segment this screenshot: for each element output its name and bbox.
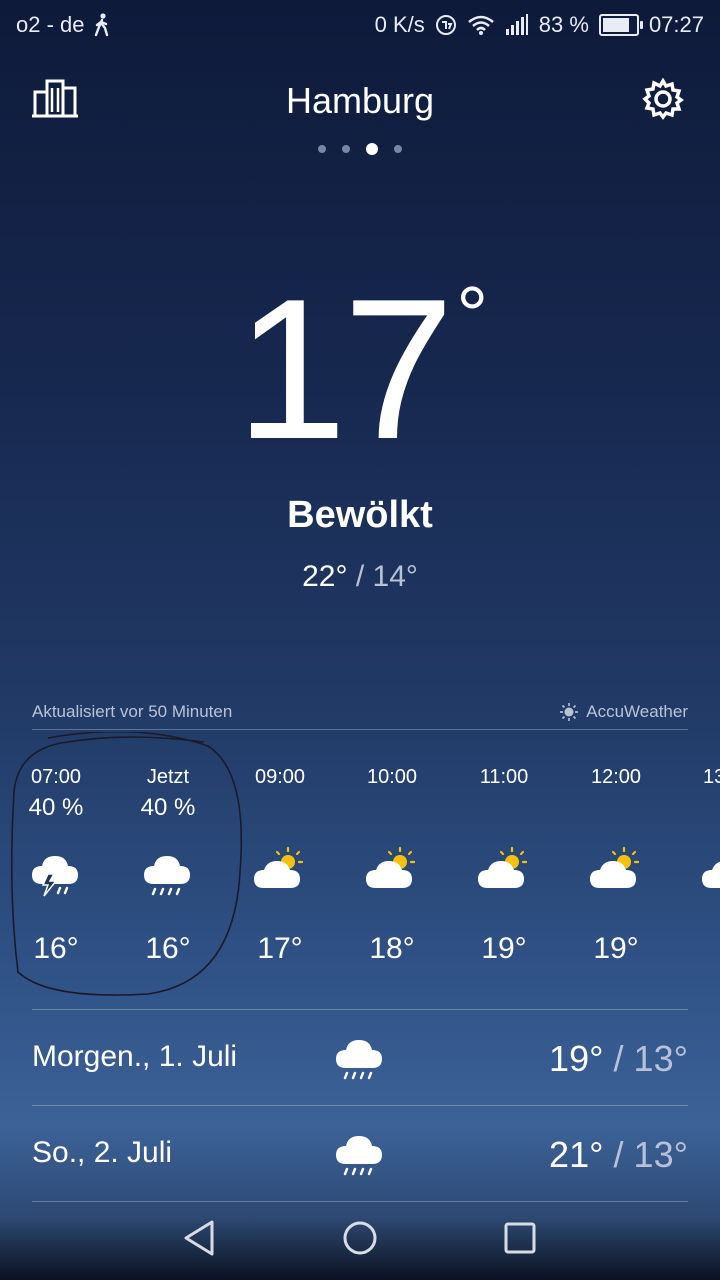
hour-item[interactable]: 12:00 19° xyxy=(560,760,672,965)
recents-button[interactable] xyxy=(496,1214,544,1262)
current-temperature: 17° xyxy=(0,270,720,470)
temperature-value: 17 xyxy=(235,258,454,481)
recents-square-icon xyxy=(504,1222,536,1254)
wifi-icon xyxy=(467,15,494,35)
page-indicator[interactable] xyxy=(0,143,720,155)
degree-symbol: ° xyxy=(456,270,488,359)
precip-chance: 40 % xyxy=(28,794,84,821)
partly-sunny-icon xyxy=(476,844,532,900)
hour-item[interactable]: 09:00 17° xyxy=(224,760,336,965)
partly-sunny-icon xyxy=(588,844,644,900)
top-bar: Hamburg xyxy=(0,60,720,155)
day-name: Morgen., 1. Juli xyxy=(32,1040,238,1073)
day-high: 21° xyxy=(549,1134,604,1175)
hilo-separator: / xyxy=(355,560,365,593)
hour-item[interactable]: 13:00 2 xyxy=(672,760,720,965)
precip-chance xyxy=(224,790,336,826)
page-dot[interactable] xyxy=(366,143,378,155)
hour-temp: 16° xyxy=(145,932,191,965)
settings-button[interactable] xyxy=(642,77,688,124)
data-saver-icon xyxy=(435,15,456,35)
day-temps: 19° / 13° xyxy=(549,1038,688,1080)
hour-time: 09:00 xyxy=(254,766,306,788)
day-temps: 21° / 13° xyxy=(549,1134,688,1176)
updated-label: Aktualisiert vor 50 Minuten xyxy=(32,702,233,721)
provider-link[interactable]: AccuWeather xyxy=(560,702,688,722)
day-low: 13° xyxy=(633,1134,688,1175)
daily-row[interactable]: Morgen., 1. Juli 19° / 13° xyxy=(32,1010,688,1106)
page-dot[interactable] xyxy=(394,145,402,153)
network-speed: 0 K/s xyxy=(374,12,425,37)
battery-percent: 83 % xyxy=(538,12,589,37)
partly-sunny-icon xyxy=(252,844,308,900)
carrier-label: o2 - de xyxy=(16,12,85,37)
page-dot[interactable] xyxy=(318,145,326,153)
signal-icon xyxy=(505,14,528,35)
walking-person-icon xyxy=(94,13,108,37)
day-high: 19° xyxy=(549,1038,604,1079)
divider xyxy=(32,729,688,730)
hour-item[interactable]: 10:00 18° xyxy=(336,760,448,965)
precip-chance xyxy=(336,790,448,826)
hour-time: 11:00 xyxy=(479,766,529,788)
status-bar: o2 - de 0 K/s 83 % 07:27 xyxy=(0,0,720,50)
precip-chance xyxy=(672,790,720,826)
hourly-forecast[interactable]: 07:00 40 % 16° Jetzt 40 % 16° 09:00 17° 10:00 18°… xyxy=(0,760,720,990)
provider-name: AccuWeather xyxy=(586,702,688,721)
hour-item[interactable]: 11:00 19° xyxy=(448,760,560,965)
partly-sunny-icon xyxy=(700,844,720,900)
page-dot[interactable] xyxy=(342,145,350,153)
thunderstorm-rain-icon xyxy=(28,844,84,900)
hour-time: Jetzt xyxy=(146,766,190,788)
rain-cloud-icon xyxy=(140,844,196,900)
hour-temp: 2 xyxy=(672,932,720,966)
hour-time: 10:00 xyxy=(366,766,418,788)
day-name: So., 2. Juli xyxy=(32,1136,173,1169)
rain-cloud-icon xyxy=(332,1124,386,1178)
high-low: 22° / 14° xyxy=(0,560,720,594)
hour-time: 13:00 xyxy=(702,766,720,788)
hour-time: 12:00 xyxy=(590,766,642,788)
gear-icon xyxy=(642,77,684,120)
hour-temp: 18° xyxy=(369,932,415,965)
hour-temp: 19° xyxy=(481,932,527,965)
hour-temp: 17° xyxy=(257,932,303,965)
hour-temp: 19° xyxy=(593,932,639,965)
precip-chance: 40 % xyxy=(140,794,196,821)
day-separator: / xyxy=(613,1134,624,1175)
day-low: 13° xyxy=(633,1038,688,1079)
rain-cloud-icon xyxy=(332,1028,386,1082)
hour-item[interactable]: Jetzt 40 % 16° xyxy=(112,760,224,965)
clock: 07:27 xyxy=(648,12,704,37)
high-temp: 22° xyxy=(302,560,348,593)
battery-icon xyxy=(598,14,643,36)
condition-label: Bewölkt xyxy=(287,494,433,536)
hour-time: 07:00 xyxy=(30,766,82,788)
daily-row[interactable]: So., 2. Juli 21° / 13° xyxy=(32,1106,688,1202)
precip-chance xyxy=(448,790,560,826)
low-temp: 14° xyxy=(372,560,418,593)
home-button[interactable] xyxy=(336,1214,384,1262)
home-circle-icon xyxy=(343,1221,377,1255)
city-title: Hamburg xyxy=(285,80,435,121)
day-separator: / xyxy=(613,1038,624,1079)
precip-chance xyxy=(560,790,672,826)
back-triangle-icon xyxy=(184,1220,214,1256)
partly-sunny-icon xyxy=(364,844,420,900)
hour-temp: 16° xyxy=(33,932,79,965)
accuweather-sun-icon xyxy=(560,703,579,721)
back-button[interactable] xyxy=(176,1214,224,1262)
navigation-bar xyxy=(0,1196,720,1280)
hour-item[interactable]: 07:00 40 % 16° xyxy=(0,760,112,965)
